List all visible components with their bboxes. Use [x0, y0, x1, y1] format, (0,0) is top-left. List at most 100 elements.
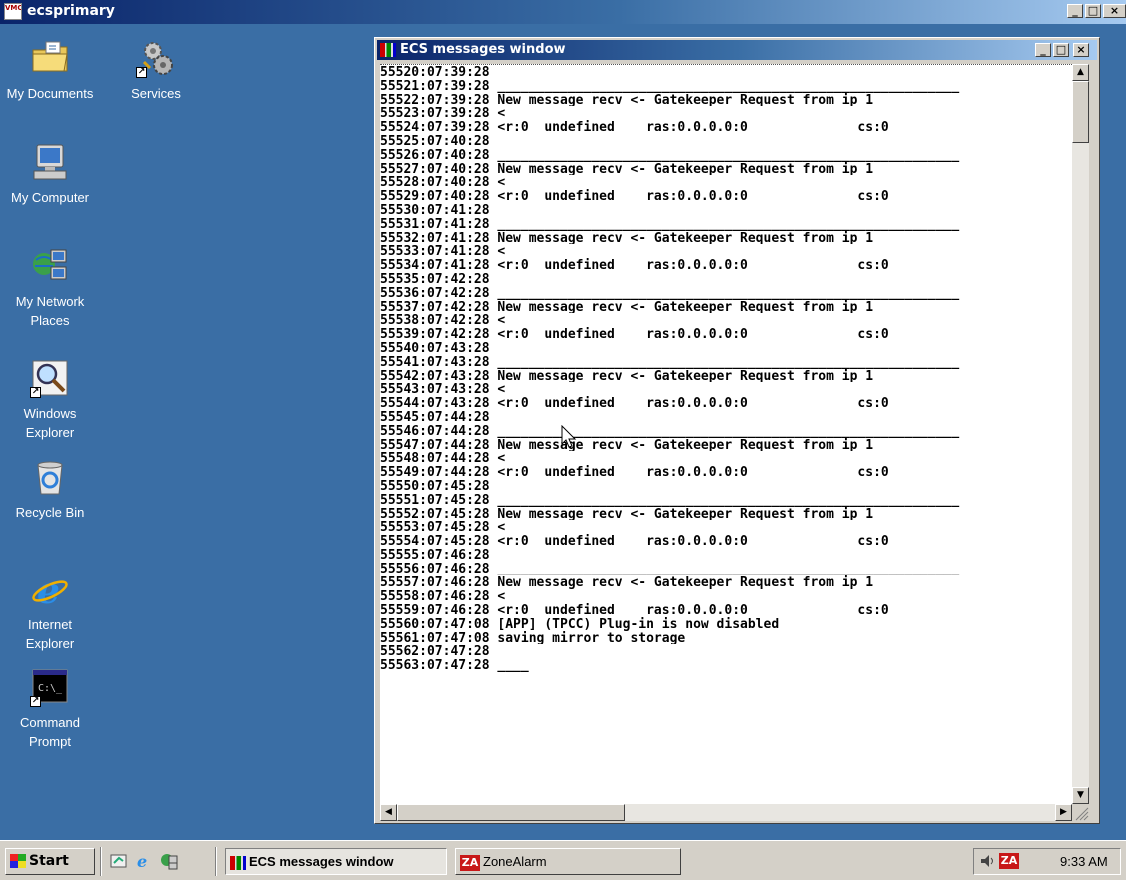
- ecs-messages-window: ECS messages window _ □ × 55520:07:39:28…: [374, 37, 1100, 824]
- log-line: 55527:07:40:28 New message recv <- Gatek…: [380, 161, 874, 176]
- ecs-minimize-button[interactable]: _: [1035, 43, 1051, 57]
- log-line: 55561:07:47:08 saving mirror to storage: [380, 630, 686, 645]
- desktop-icon-label: Command Prompt: [20, 715, 80, 749]
- task-label: ZoneAlarm: [483, 854, 547, 869]
- outer-window-titlebar: VMC ecsprimary _ □ ×: [0, 0, 1126, 24]
- desktop-icon-command-prompt[interactable]: C:\_ ↗ Command Prompt: [4, 667, 96, 751]
- log-line: 55537:07:42:28 New message recv <- Gatek…: [380, 299, 874, 314]
- desktop-icon-recycle-bin[interactable]: Recycle Bin: [4, 457, 96, 522]
- desktop-icon-label: Services: [131, 86, 181, 101]
- desktop-icon-internet-explorer[interactable]: e Internet Explorer: [4, 569, 96, 653]
- horizontal-scroll-thumb[interactable]: [397, 804, 625, 821]
- vertical-scroll-thumb[interactable]: [1072, 81, 1089, 143]
- start-button[interactable]: Start: [5, 848, 95, 875]
- log-line: 55520:07:39:28: [380, 65, 490, 79]
- log-line: 55536:07:42:28 _________________________…: [380, 285, 960, 300]
- zonealarm-tray-icon[interactable]: ZA: [999, 853, 1019, 869]
- log-line: 55523:07:39:28 <: [380, 106, 506, 121]
- desktop-icon-my-network-places[interactable]: My Network Places: [4, 246, 96, 330]
- message-log[interactable]: 55520:07:39:28 55521:07:39:28 ___________…: [380, 64, 1072, 805]
- outer-minimize-button[interactable]: _: [1067, 4, 1083, 18]
- outer-window-title: ecsprimary: [27, 3, 115, 19]
- log-line: 55562:07:47:28: [380, 644, 490, 659]
- taskbar-separator: [215, 847, 217, 876]
- network-icon: [30, 246, 70, 286]
- desktop-icon-label: My Documents: [6, 86, 94, 101]
- log-line: 55556:07:46:28 _________________________…: [380, 561, 960, 576]
- log-line: 55549:07:44:28 <r:0 undefined ras:0.0.0.…: [380, 465, 889, 479]
- log-line: 55528:07:40:28 <: [380, 175, 506, 190]
- log-line: 55535:07:42:28: [380, 271, 490, 286]
- console-icon: C:\_ ↗: [30, 667, 70, 707]
- gears-icon: ↗: [136, 38, 176, 78]
- log-line: 55522:07:39:28 New message recv <- Gatek…: [380, 92, 874, 107]
- task-zonealarm[interactable]: ZA ZoneAlarm: [455, 848, 681, 875]
- ie-quicklaunch-icon[interactable]: e: [135, 852, 153, 871]
- log-line: 55529:07:40:28 <r:0 undefined ras:0.0.0.…: [380, 189, 889, 203]
- zonealarm-icon: ZA: [460, 854, 480, 871]
- taskbar: Start e ECS messages window ZA ZoneAlarm …: [0, 840, 1126, 880]
- log-line: 55526:07:40:28 _________________________…: [380, 147, 960, 162]
- outer-close-button[interactable]: ×: [1103, 4, 1126, 18]
- log-line: 55550:07:45:28: [380, 478, 490, 493]
- log-line: 55531:07:41:28 _________________________…: [380, 216, 960, 231]
- magnifier-icon: ↗: [30, 358, 70, 398]
- log-line: 55548:07:44:28 <: [380, 451, 506, 466]
- log-line: 55530:07:41:28: [380, 202, 490, 217]
- show-desktop-icon[interactable]: [110, 852, 128, 870]
- computer-icon: [30, 142, 70, 182]
- shortcut-arrow-icon: ↗: [30, 387, 41, 398]
- resize-grip-icon[interactable]: [1072, 804, 1089, 821]
- log-line: 55544:07:43:28 <r:0 undefined ras:0.0.0.…: [380, 396, 889, 410]
- desktop-icon-my-computer[interactable]: My Computer: [4, 142, 96, 207]
- log-line: 55563:07:47:28 ____: [380, 658, 529, 673]
- log-line: 55546:07:44:28 _________________________…: [380, 423, 960, 438]
- horizontal-scrollbar[interactable]: ◀ ▶: [380, 804, 1072, 821]
- scroll-up-button[interactable]: ▲: [1072, 64, 1089, 81]
- log-line: 55539:07:42:28 <r:0 undefined ras:0.0.0.…: [380, 327, 889, 341]
- outer-maximize-button[interactable]: □: [1085, 4, 1101, 18]
- log-line: 55547:07:44:28 New message recv <- Gatek…: [380, 437, 874, 452]
- desktop-icon-label: My Computer: [10, 190, 90, 205]
- log-line: 55533:07:41:28 <: [380, 244, 506, 259]
- task-ecs-messages-window[interactable]: ECS messages window: [225, 848, 447, 875]
- log-line: 55558:07:46:28 <: [380, 589, 506, 604]
- shortcut-arrow-icon: ↗: [136, 67, 147, 78]
- scroll-left-button[interactable]: ◀: [380, 804, 397, 821]
- svg-text:e: e: [137, 852, 147, 870]
- ecs-window-title: ECS messages window: [400, 42, 566, 57]
- log-line: 55560:07:47:08 [APP] (TPCC) Plug-in is n…: [380, 616, 780, 631]
- log-line: 55538:07:42:28 <: [380, 313, 506, 328]
- desktop-icon-my-documents[interactable]: My Documents: [4, 38, 96, 103]
- log-line: 55540:07:43:28: [380, 340, 490, 355]
- log-line: 55553:07:45:28 <: [380, 520, 506, 535]
- log-line: 55525:07:40:28: [380, 133, 490, 148]
- ecs-window-titlebar: ECS messages window _ □ ×: [377, 40, 1097, 60]
- ecs-app-icon: [230, 855, 246, 870]
- log-line: 55559:07:46:28 <r:0 undefined ras:0.0.0.…: [380, 603, 889, 617]
- log-line: 55551:07:45:28 _________________________…: [380, 492, 960, 507]
- ie-icon: e: [30, 569, 70, 612]
- svg-text:C:\_: C:\_: [38, 683, 63, 694]
- vmc-logo-icon: VMC: [4, 3, 22, 20]
- windows-flag-icon: [10, 854, 26, 868]
- desktop-icon-services[interactable]: ↗ Services: [110, 38, 202, 103]
- ecs-app-icon: [380, 43, 396, 57]
- explorer-quicklaunch-icon[interactable]: [160, 852, 178, 870]
- shortcut-arrow-icon: ↗: [30, 696, 41, 707]
- vertical-scrollbar[interactable]: ▲ ▼: [1072, 64, 1089, 804]
- log-line: 55532:07:41:28 New message recv <- Gatek…: [380, 230, 874, 245]
- log-line: 55552:07:45:28 New message recv <- Gatek…: [380, 506, 874, 521]
- scroll-down-button[interactable]: ▼: [1072, 787, 1089, 804]
- speaker-icon[interactable]: [980, 853, 996, 869]
- log-line: 55542:07:43:28 New message recv <- Gatek…: [380, 368, 874, 383]
- ecs-maximize-button[interactable]: □: [1053, 43, 1069, 57]
- scroll-right-button[interactable]: ▶: [1055, 804, 1072, 821]
- log-line: 55545:07:44:28: [380, 409, 490, 424]
- recycle-bin-icon: [30, 457, 70, 497]
- desktop-icon-windows-explorer[interactable]: ↗ Windows Explorer: [4, 358, 96, 442]
- log-line: 55521:07:39:28 _________________________…: [380, 78, 960, 93]
- start-label: Start: [29, 853, 69, 869]
- desktop-icon-label: My Network Places: [15, 294, 85, 328]
- ecs-close-button[interactable]: ×: [1073, 43, 1089, 57]
